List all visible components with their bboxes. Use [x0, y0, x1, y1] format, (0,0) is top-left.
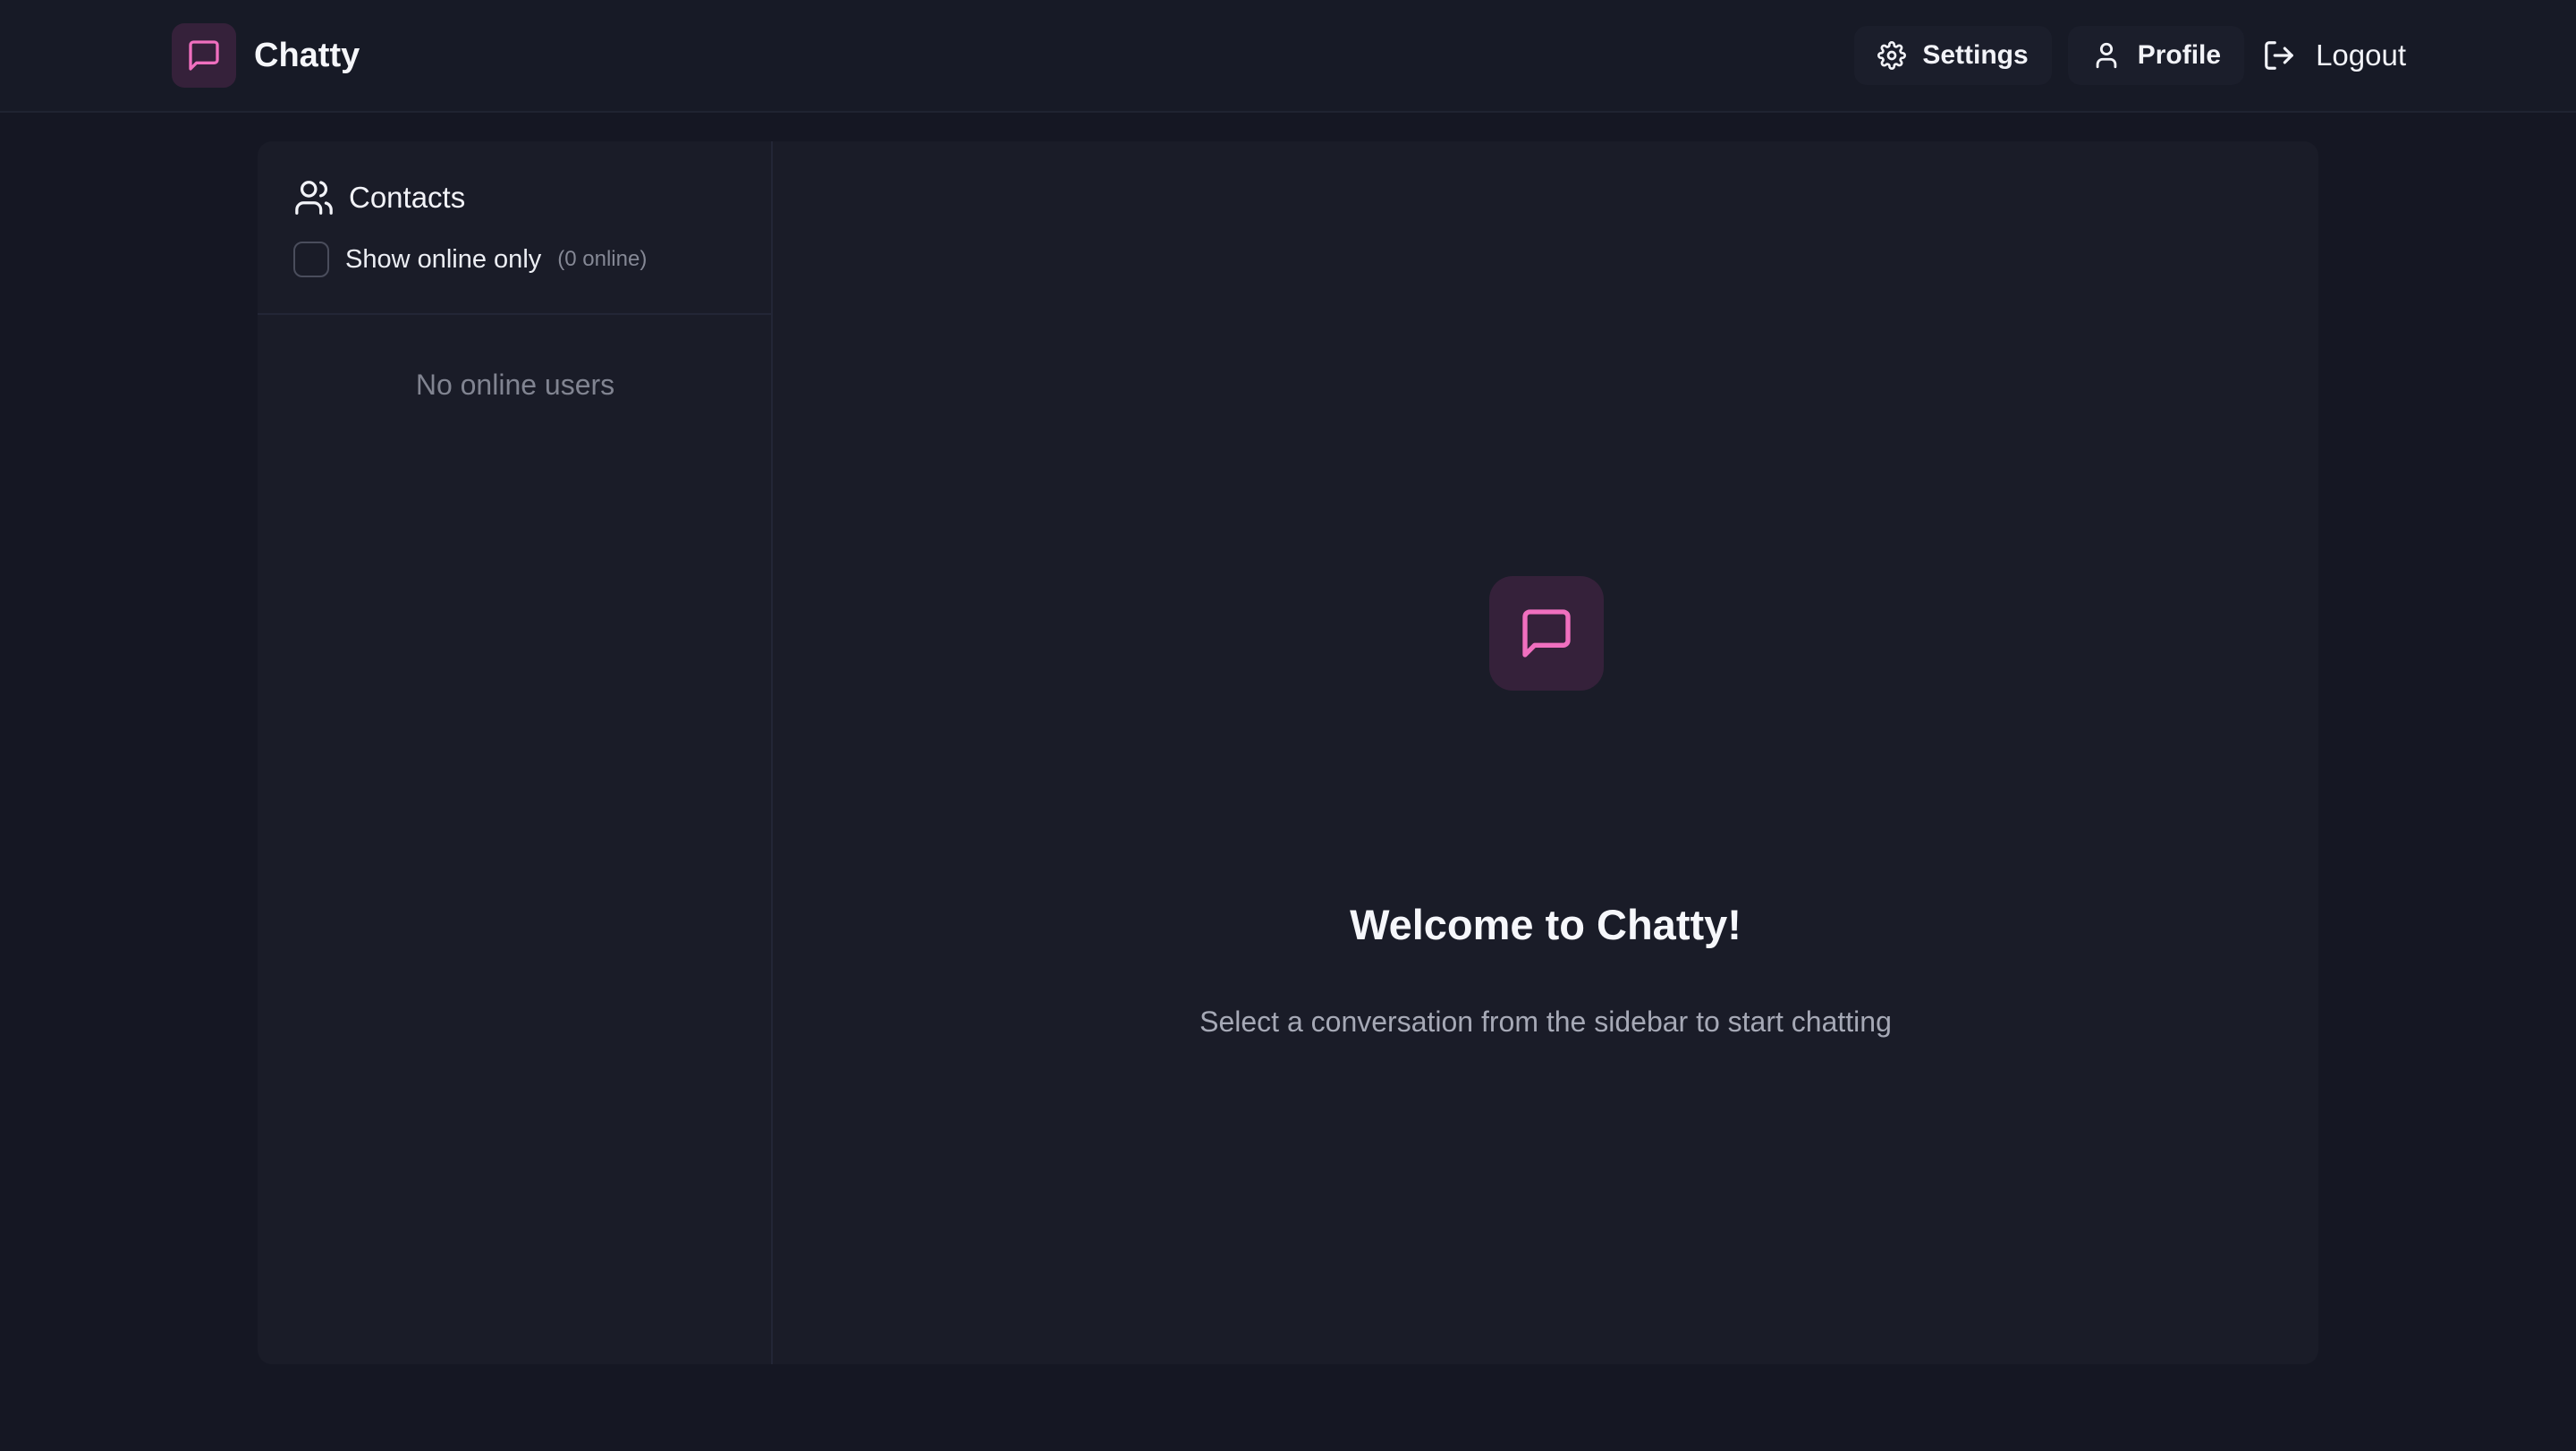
brand-title: Chatty — [254, 36, 360, 74]
welcome-subtitle: Select a conversation from the sidebar t… — [1199, 1006, 1892, 1038]
show-online-toggle[interactable]: Show online only (0 online) — [293, 242, 647, 277]
online-count: (0 online) — [557, 247, 648, 271]
chat-container: Contacts Show online only (0 online) No … — [258, 141, 2318, 1364]
nav-actions: Settings Profile Logout — [1854, 26, 2406, 85]
chat-welcome-panel: Welcome to Chatty! Select a conversation… — [773, 141, 2318, 1364]
gear-icon — [1877, 41, 1907, 70]
contacts-heading: Contacts — [293, 177, 465, 218]
logout-label: Logout — [2316, 38, 2406, 72]
logout-button[interactable]: Logout — [2260, 26, 2406, 85]
settings-button[interactable]: Settings — [1854, 26, 2052, 85]
contacts-sidebar: Contacts Show online only (0 online) No … — [258, 141, 773, 1364]
brand-link[interactable]: Chatty — [172, 23, 360, 88]
sidebar-header: Contacts Show online only (0 online) — [258, 141, 771, 315]
message-square-icon — [189, 40, 219, 71]
settings-label: Settings — [1922, 40, 2029, 70]
users-icon — [295, 181, 333, 215]
message-square-icon — [1522, 609, 1571, 658]
welcome-icon-tile — [1489, 576, 1604, 691]
profile-label: Profile — [2137, 40, 2222, 70]
empty-contacts-message: No online users — [415, 369, 615, 401]
top-navbar: Chatty Settings Profile Logout — [0, 0, 2576, 113]
show-online-checkbox[interactable] — [293, 242, 329, 277]
user-icon — [2096, 42, 2117, 69]
logout-icon — [2265, 41, 2293, 70]
welcome-title: Welcome to Chatty! — [1350, 901, 1741, 948]
brand-icon-tile — [172, 23, 236, 88]
contacts-title: Contacts — [349, 181, 466, 214]
show-online-label: Show online only — [345, 244, 542, 274]
profile-button[interactable]: Profile — [2067, 26, 2245, 85]
